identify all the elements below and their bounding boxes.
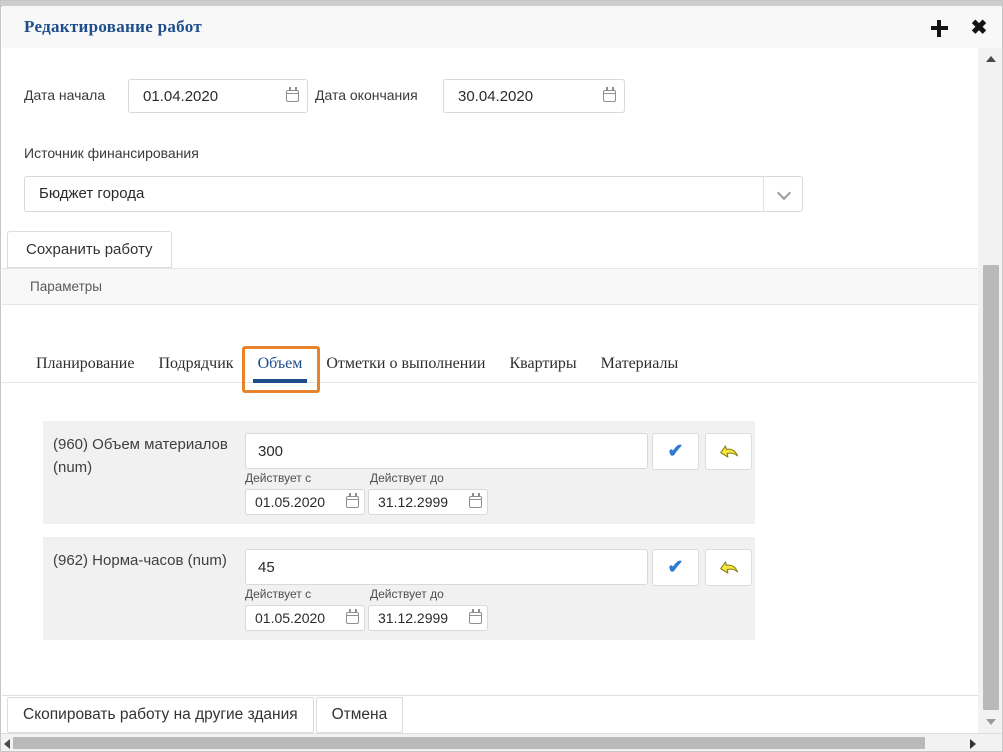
dialog-title: Редактирование работ bbox=[24, 6, 202, 48]
valid-from-label: Действует с bbox=[245, 587, 311, 601]
check-icon: ✔ bbox=[668, 556, 684, 579]
valid-to-field[interactable] bbox=[368, 605, 488, 631]
calendar-icon[interactable] bbox=[346, 612, 359, 624]
confirm-button[interactable]: ✔ bbox=[652, 433, 699, 470]
vertical-scrollbar[interactable] bbox=[978, 48, 1003, 733]
calendar-icon[interactable] bbox=[603, 90, 616, 102]
parameter-label: (960) Объем материалов (num) bbox=[53, 433, 249, 480]
tab-planning[interactable]: Планирование bbox=[36, 355, 134, 373]
tab-completion-marks[interactable]: Отметки о выполнении bbox=[326, 355, 485, 373]
end-date-input[interactable] bbox=[443, 79, 625, 113]
tab-bar: Планирование Подрядчик Объем Отметки о в… bbox=[2, 345, 978, 383]
end-date-field[interactable] bbox=[443, 79, 625, 113]
valid-from-field[interactable] bbox=[245, 489, 365, 515]
parameter-value-field[interactable] bbox=[245, 549, 648, 585]
dialog-body: Дата начала Дата окончания Источник фина… bbox=[2, 48, 979, 733]
add-button[interactable] bbox=[927, 16, 951, 40]
tab-apartments[interactable]: Квартиры bbox=[509, 355, 576, 373]
parameter-value-input[interactable] bbox=[245, 433, 648, 469]
tab-contractor[interactable]: Подрядчик bbox=[158, 355, 233, 373]
cancel-button[interactable]: Отмена bbox=[316, 697, 404, 733]
tab-materials[interactable]: Материалы bbox=[601, 355, 679, 373]
undo-icon bbox=[716, 439, 741, 464]
close-icon: ✖ bbox=[971, 18, 988, 38]
start-date-field[interactable] bbox=[128, 79, 308, 113]
funding-source-select[interactable]: Бюджет города bbox=[24, 176, 803, 212]
calendar-icon[interactable] bbox=[469, 612, 482, 624]
parameter-value-field[interactable] bbox=[245, 433, 648, 469]
funding-source-value: Бюджет города bbox=[39, 177, 144, 211]
active-tab-underline bbox=[253, 379, 308, 383]
horizontal-scrollbar[interactable] bbox=[0, 733, 1003, 752]
undo-button[interactable] bbox=[705, 549, 752, 586]
valid-to-label: Действует до bbox=[370, 587, 444, 601]
end-date-label: Дата окончания bbox=[315, 87, 418, 103]
valid-from-field[interactable] bbox=[245, 605, 365, 631]
funding-source-label: Источник финансирования bbox=[24, 145, 199, 161]
valid-from-label: Действует с bbox=[245, 471, 311, 485]
scroll-right-arrow-icon[interactable] bbox=[970, 739, 976, 749]
chevron-down-icon bbox=[777, 186, 791, 200]
parameter-label: (962) Норма-часов (num) bbox=[53, 549, 249, 572]
dialog-header: Редактирование работ ✖ bbox=[2, 6, 1003, 49]
footer-divider bbox=[2, 695, 978, 696]
close-button[interactable]: ✖ bbox=[967, 16, 991, 40]
scroll-left-arrow-icon[interactable] bbox=[4, 739, 10, 749]
scroll-up-arrow-icon[interactable] bbox=[986, 56, 996, 62]
parameter-row: (962) Норма-часов (num) ✔ Действует с Де… bbox=[43, 537, 755, 640]
select-arrow-zone[interactable] bbox=[763, 177, 802, 211]
parameters-section-header: Параметры bbox=[2, 268, 978, 305]
parameter-row: (960) Объем материалов (num) ✔ Действует… bbox=[43, 421, 755, 524]
horizontal-scrollbar-thumb[interactable] bbox=[13, 737, 925, 749]
calendar-icon[interactable] bbox=[346, 496, 359, 508]
start-date-label: Дата начала bbox=[24, 87, 105, 103]
valid-to-label: Действует до bbox=[370, 471, 444, 485]
plus-icon bbox=[931, 20, 948, 37]
parameter-value-input[interactable] bbox=[245, 549, 648, 585]
save-work-button[interactable]: Сохранить работу bbox=[7, 231, 172, 268]
undo-button[interactable] bbox=[705, 433, 752, 470]
vertical-scrollbar-thumb[interactable] bbox=[983, 265, 999, 710]
calendar-icon[interactable] bbox=[469, 496, 482, 508]
valid-to-field[interactable] bbox=[368, 489, 488, 515]
parameters-header-label: Параметры bbox=[30, 269, 102, 304]
calendar-icon[interactable] bbox=[286, 90, 299, 102]
start-date-input[interactable] bbox=[128, 79, 308, 113]
scroll-down-arrow-icon[interactable] bbox=[986, 719, 996, 725]
undo-icon bbox=[716, 555, 741, 580]
copy-work-button[interactable]: Скопировать работу на другие здания bbox=[7, 697, 314, 733]
tab-volume[interactable]: Объем bbox=[258, 355, 303, 373]
confirm-button[interactable]: ✔ bbox=[652, 549, 699, 586]
check-icon: ✔ bbox=[668, 440, 684, 463]
